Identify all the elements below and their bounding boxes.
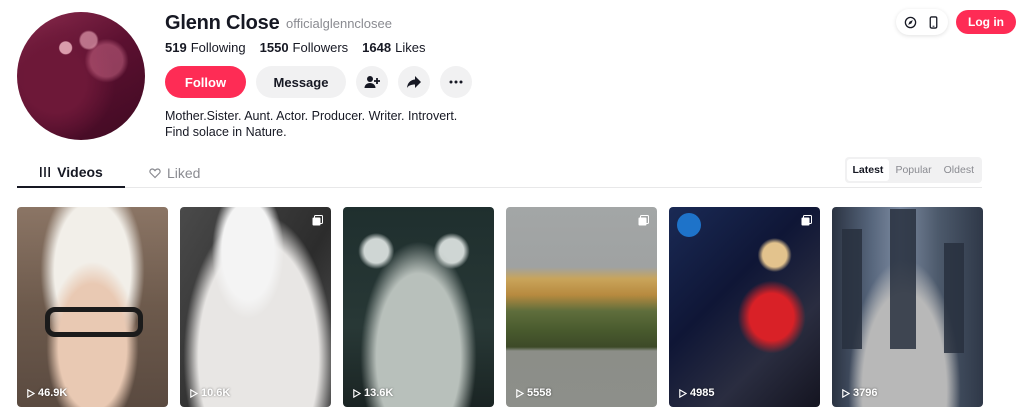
multi-photo-icon [312,215,323,226]
sort-toggle: Latest Popular Oldest [844,157,982,183]
view-count-value: 5558 [527,387,552,399]
view-count: 10.6K [189,387,230,399]
stat-followers-value: 1550 [259,40,289,55]
play-icon [679,388,687,398]
tab-liked-label: Liked [167,165,201,181]
view-count: 4985 [678,387,714,399]
tab-videos[interactable]: Videos [17,158,125,188]
grid-bars-icon [40,167,51,177]
thumbnail-detail [677,213,701,237]
view-count-value: 4985 [690,387,715,399]
tab-videos-label: Videos [57,164,103,180]
play-icon [190,388,198,398]
view-count: 46.9K [26,387,67,399]
mobile-phone-icon[interactable] [927,15,940,29]
share-button[interactable] [398,66,430,98]
more-options-button[interactable] [440,66,472,98]
profile-actions: Follow Message [165,66,472,98]
heart-lock-icon [149,168,161,179]
thumbnail-detail [890,209,916,349]
stat-followers[interactable]: 1550 Followers [260,40,349,55]
view-count: 3796 [841,387,877,399]
view-count: 5558 [515,387,551,399]
tab-liked[interactable]: Liked [149,158,200,188]
profile-stats: 519 Following 1550 Followers 1648 Likes [165,40,425,55]
profile-username: officialglennclosee [286,16,392,31]
video-grid: 46.9K 10.6K 13.6K 5558 4985 3796 [17,207,983,407]
stat-followers-label: Followers [292,40,349,55]
sort-popular[interactable]: Popular [889,159,937,181]
profile-name: Glenn Close [165,12,280,34]
sort-oldest[interactable]: Oldest [938,159,980,181]
view-count-value: 13.6K [364,387,394,399]
play-icon [842,388,850,398]
content-tabs: Videos Liked Latest Popular Oldest [17,157,982,188]
thumbnail-detail [944,243,964,353]
compass-icon[interactable] [904,16,917,29]
video-card[interactable]: 5558 [506,207,657,407]
video-card[interactable]: 46.9K [17,207,168,407]
stat-following-value: 519 [165,40,187,55]
video-card[interactable]: 10.6K [180,207,331,407]
multi-photo-icon [638,215,649,226]
stat-likes: 1648 Likes [362,40,425,55]
profile-avatar[interactable] [17,12,145,140]
video-card[interactable]: 3796 [832,207,983,407]
play-icon [27,388,35,398]
stat-following[interactable]: 519 Following [165,40,246,55]
top-icons-group [896,9,948,35]
view-count: 13.6K [352,387,393,399]
stat-following-label: Following [190,40,246,55]
add-friend-button[interactable] [356,66,388,98]
thumbnail-detail [45,307,143,337]
message-button[interactable]: Message [256,66,346,98]
play-icon [353,388,361,398]
add-user-icon [364,76,380,88]
view-count-value: 3796 [853,387,878,399]
profile-bio: Mother.Sister. Aunt. Actor. Producer. Wr… [165,108,457,140]
login-button[interactable]: Log in [956,10,1016,34]
bio-line: Find solace in Nature. [165,125,287,139]
play-icon [516,388,524,398]
thumbnail-detail [842,229,862,349]
video-card[interactable]: 4985 [669,207,820,407]
multi-photo-icon [801,215,812,226]
sort-latest[interactable]: Latest [846,159,890,181]
share-arrow-icon [407,76,421,88]
view-count-value: 46.9K [38,387,68,399]
follow-button[interactable]: Follow [165,66,246,98]
video-card[interactable]: 13.6K [343,207,494,407]
view-count-value: 10.6K [201,387,231,399]
bio-line: Mother.Sister. Aunt. Actor. Producer. Wr… [165,109,458,123]
more-dots-icon [449,80,463,84]
stat-likes-label: Likes [395,40,426,55]
top-right-controls: Log in [896,9,1016,35]
stat-likes-value: 1648 [362,40,392,55]
